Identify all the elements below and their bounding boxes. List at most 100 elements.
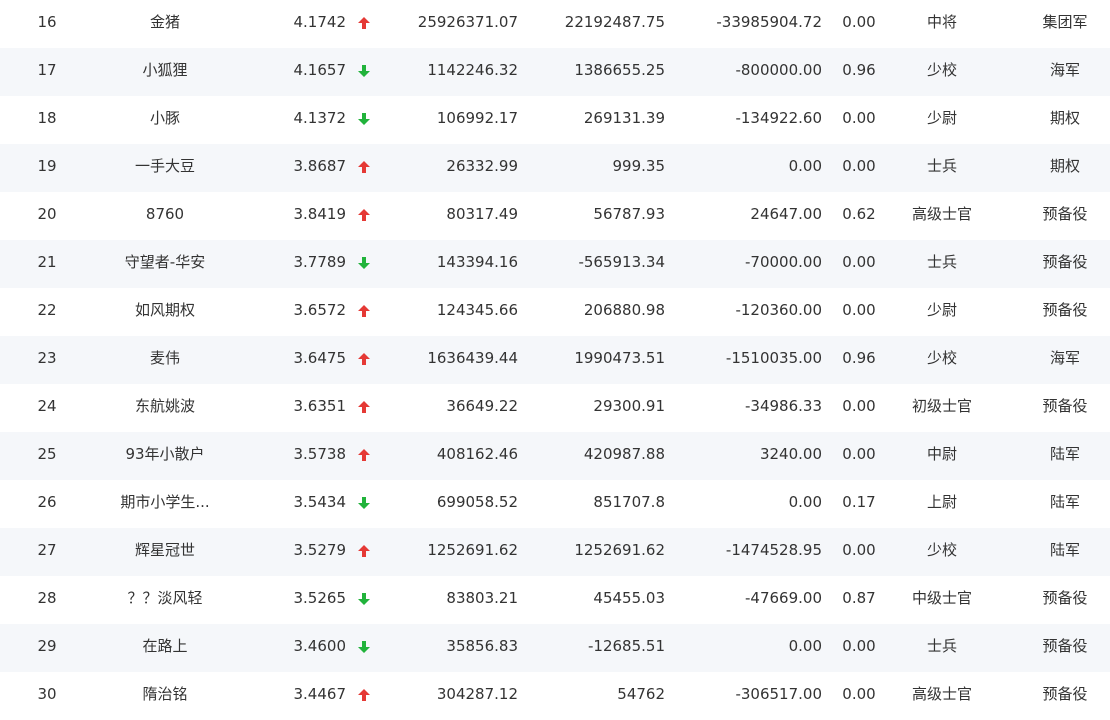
table-row[interactable]: 17 小狐狸 4.1657 1142246.32 1386655.25 -800000.0… — [0, 48, 1110, 96]
value-1-cell: 1252691.62 — [427, 541, 518, 559]
table-row[interactable]: 27 辉星冠世 3.5279 1252691.62 1252691.62 -1474528… — [0, 528, 1110, 576]
military-rank-cell: 高级士官 — [911, 205, 972, 223]
value-1-cell: 26332.99 — [446, 157, 518, 175]
table-row[interactable]: 23 麦伟 3.6475 1636439.44 1990473.51 -1510035.0… — [0, 336, 1110, 384]
trend-cell — [354, 480, 374, 528]
name-cell: 麦伟 — [149, 349, 180, 367]
trend-cell — [354, 528, 374, 576]
military-rank-cell: 少校 — [926, 541, 957, 559]
arrow-up-icon — [358, 400, 370, 413]
group-cell: 期权 — [1049, 157, 1080, 175]
military-rank-cell: 士兵 — [926, 637, 957, 655]
value-3-cell: -1510035.00 — [725, 349, 822, 367]
ratio-cell: 0.00 — [842, 637, 876, 655]
ratio-cell: 0.00 — [842, 253, 876, 271]
value-3-cell: -306517.00 — [735, 685, 822, 703]
score-cell: 3.6475 — [293, 349, 347, 367]
value-3-cell: -33985904.72 — [716, 13, 822, 31]
score-cell: 3.8687 — [293, 157, 347, 175]
trend-cell — [354, 192, 374, 240]
score-cell: 3.6572 — [293, 301, 347, 319]
group-cell: 预备役 — [1042, 685, 1088, 703]
name-cell: 守望者-华安 — [124, 253, 206, 271]
table-row[interactable]: 21 守望者-华安 3.7789 143394.16 -565913.34 -70000.… — [0, 240, 1110, 288]
score-cell: 4.1657 — [293, 61, 347, 79]
value-2-cell: 22192487.75 — [564, 13, 665, 31]
value-2-cell: 1252691.62 — [574, 541, 665, 559]
rank-cell: 27 — [37, 541, 57, 559]
value-3-cell: 0.00 — [788, 493, 822, 511]
trend-cell — [354, 576, 374, 624]
trend-cell — [354, 96, 374, 144]
value-2-cell: 1386655.25 — [574, 61, 665, 79]
name-cell: 如风期权 — [134, 301, 195, 319]
value-1-cell: 1142246.32 — [427, 61, 518, 79]
group-cell: 陆军 — [1049, 493, 1080, 511]
arrow-down-icon — [358, 592, 370, 605]
score-cell: 3.5738 — [293, 445, 347, 463]
military-rank-cell: 少校 — [926, 349, 957, 367]
ratio-cell: 0.62 — [842, 205, 876, 223]
name-cell: 小豚 — [149, 109, 180, 127]
ratio-cell: 0.00 — [842, 301, 876, 319]
value-2-cell: 1990473.51 — [574, 349, 665, 367]
value-3-cell: 0.00 — [788, 157, 822, 175]
name-cell: 隋治铭 — [142, 685, 188, 703]
value-2-cell: 999.35 — [612, 157, 666, 175]
score-cell: 3.6351 — [293, 397, 347, 415]
group-cell: 预备役 — [1042, 637, 1088, 655]
value-1-cell: 106992.17 — [436, 109, 518, 127]
value-1-cell: 83803.21 — [446, 589, 518, 607]
ratio-cell: 0.96 — [842, 349, 876, 367]
arrow-up-icon — [358, 304, 370, 317]
trend-cell — [354, 48, 374, 96]
table-row[interactable]: 16 金猪 4.1742 25926371.07 22192487.75 -3398590… — [0, 0, 1110, 48]
arrow-up-icon — [358, 352, 370, 365]
trend-cell — [354, 336, 374, 384]
military-rank-cell: 初级士官 — [911, 397, 972, 415]
table-row[interactable]: 28 ？？淡风轻 3.5265 83803.21 45455.03 -47669.00 0.… — [0, 576, 1110, 624]
table-row[interactable]: 29 在路上 3.4600 35856.83 -12685.51 0.00 0.00 士兵 预备… — [0, 624, 1110, 672]
group-cell: 预备役 — [1042, 301, 1088, 319]
value-1-cell: 124345.66 — [436, 301, 518, 319]
trend-cell — [354, 384, 374, 432]
rank-cell: 20 — [37, 205, 57, 223]
table-row[interactable]: 19 一手大豆 3.8687 26332.99 999.35 0.00 0.00 士兵 期权 — [0, 144, 1110, 192]
table-row[interactable]: 18 小豚 4.1372 106992.17 269131.39 -134922.60 0.… — [0, 96, 1110, 144]
value-1-cell: 36649.22 — [446, 397, 518, 415]
table-row[interactable]: 24 东航姚波 3.6351 36649.22 29300.91 -34986.33 0.0… — [0, 384, 1110, 432]
table-row[interactable]: 30 隋治铭 3.4467 304287.12 54762 -306517.00 0.00 高… — [0, 672, 1110, 720]
table-row[interactable]: 20 8760 3.8419 80317.49 56787.93 24647.00 0.62… — [0, 192, 1110, 240]
arrow-down-icon — [358, 112, 370, 125]
value-1-cell: 25926371.07 — [417, 13, 518, 31]
trend-cell — [354, 432, 374, 480]
value-3-cell: 24647.00 — [750, 205, 822, 223]
military-rank-cell: 少校 — [926, 61, 957, 79]
name-cell: 辉星冠世 — [134, 541, 195, 559]
table-row[interactable]: 26 期市小学生... 3.5434 699058.52 851707.8 0.00 0.1… — [0, 480, 1110, 528]
rank-cell: 25 — [37, 445, 57, 463]
value-3-cell: -34986.33 — [745, 397, 822, 415]
value-2-cell: 54762 — [617, 685, 665, 703]
military-rank-cell: 中尉 — [926, 445, 957, 463]
arrow-up-icon — [358, 208, 370, 221]
value-3-cell: 3240.00 — [759, 445, 822, 463]
value-2-cell: 851707.8 — [593, 493, 665, 511]
rank-cell: 18 — [37, 109, 57, 127]
arrow-down-icon — [358, 64, 370, 77]
table-row[interactable]: 22 如风期权 3.6572 124345.66 206880.98 -120360.00… — [0, 288, 1110, 336]
value-2-cell: 29300.91 — [593, 397, 665, 415]
name-cell: 金猪 — [149, 13, 180, 31]
name-cell: 一手大豆 — [134, 157, 195, 175]
score-cell: 3.8419 — [293, 205, 347, 223]
value-3-cell: -47669.00 — [745, 589, 822, 607]
group-cell: 期权 — [1049, 109, 1080, 127]
ratio-cell: 0.00 — [842, 397, 876, 415]
value-2-cell: 206880.98 — [583, 301, 665, 319]
value-3-cell: -134922.60 — [735, 109, 822, 127]
rank-cell: 30 — [37, 685, 57, 703]
group-cell: 海军 — [1049, 61, 1080, 79]
score-cell: 3.5265 — [293, 589, 347, 607]
group-cell: 海军 — [1049, 349, 1080, 367]
table-row[interactable]: 25 93年小散户 3.5738 408162.46 420987.88 3240.00 0… — [0, 432, 1110, 480]
